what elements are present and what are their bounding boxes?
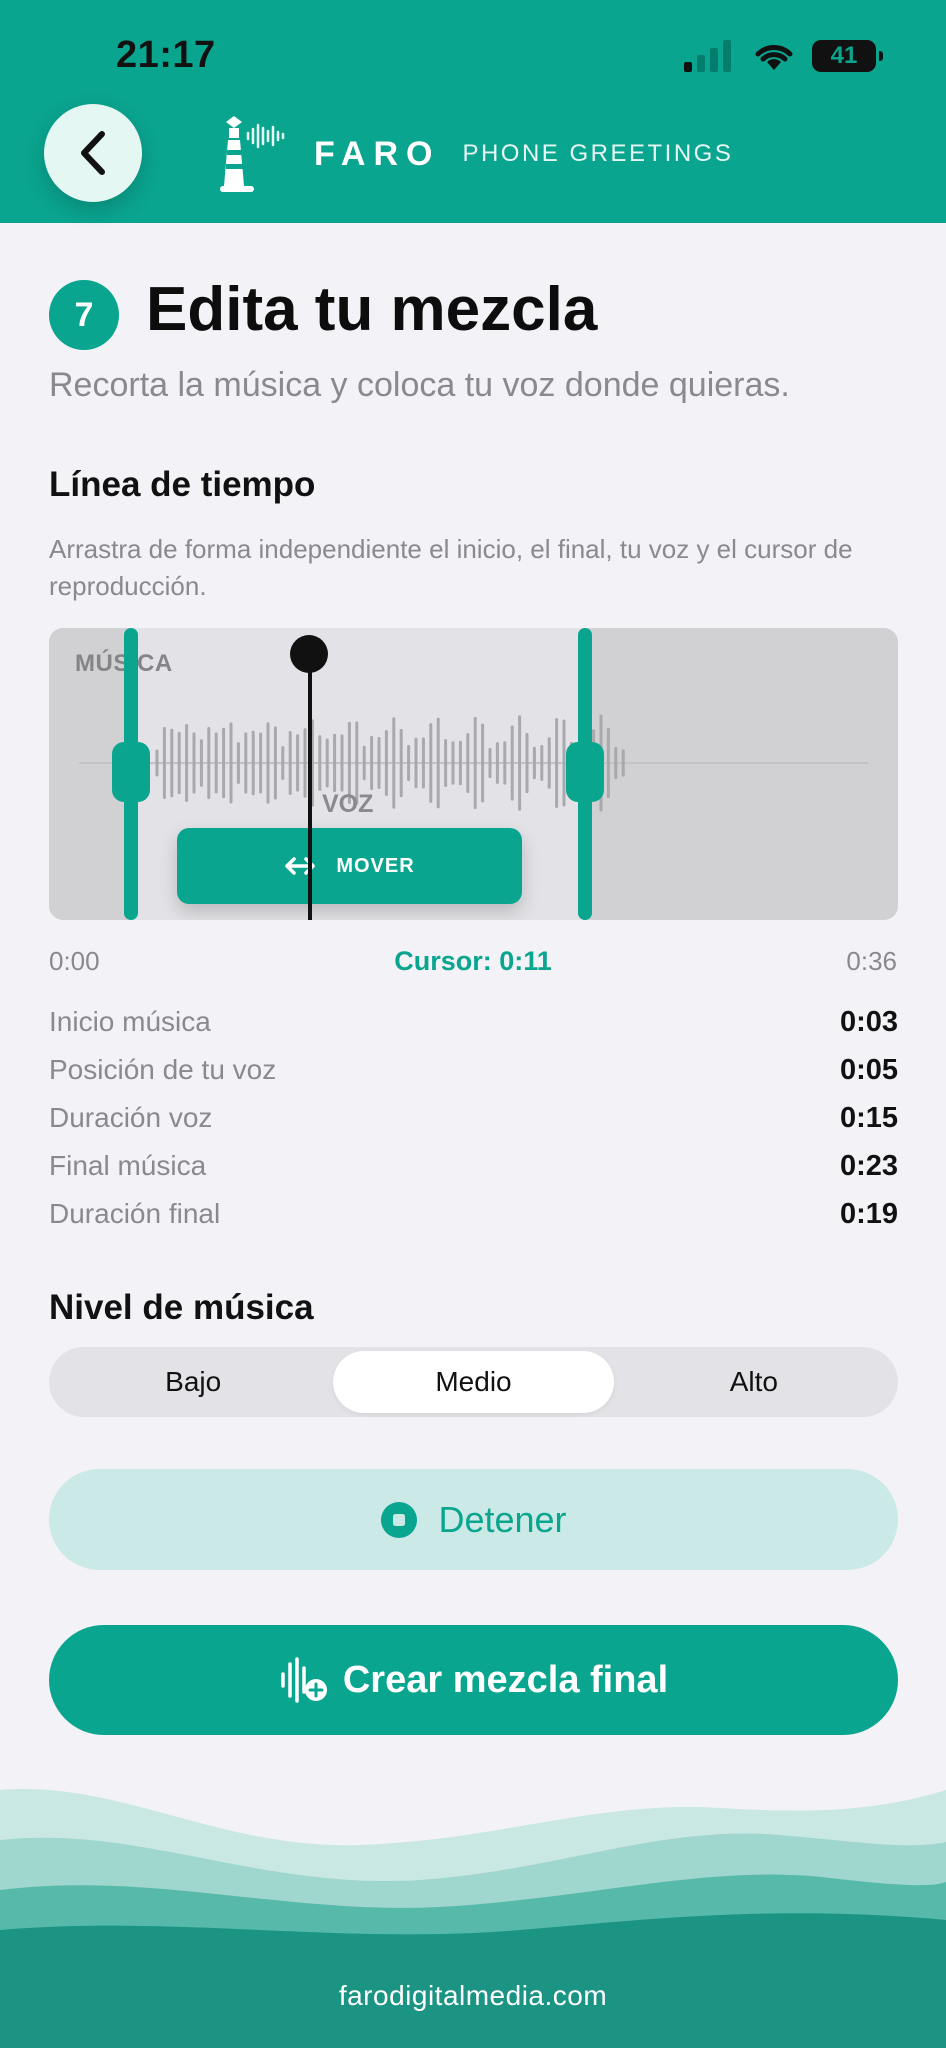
brand-logo: FARO PHONE GREETINGS xyxy=(220,112,733,196)
stop-button[interactable]: Detener xyxy=(49,1469,898,1570)
timeline-title: Línea de tiempo xyxy=(49,465,316,504)
stop-circle-icon xyxy=(381,1501,418,1538)
signal-icon xyxy=(684,40,731,72)
page-title: Edita tu mezcla xyxy=(146,275,598,344)
stat-row: Duración final 0:19 xyxy=(49,1194,898,1234)
battery-icon: 41 xyxy=(812,40,883,72)
stat-value: 0:23 xyxy=(839,1149,898,1182)
brand-tagline: PHONE GREETINGS xyxy=(462,140,734,167)
wifi-icon xyxy=(755,45,793,70)
battery-level: 41 xyxy=(830,42,858,69)
stat-label: Final música xyxy=(49,1150,207,1181)
stat-value: 0:19 xyxy=(839,1197,898,1230)
cursor-time: Cursor: 0:11 xyxy=(394,946,552,976)
stat-label: Posición de tu voz xyxy=(49,1054,277,1085)
back-button[interactable] xyxy=(44,104,142,202)
app-header: 21:17 41 FARO PHONE GREETINGS xyxy=(0,0,946,223)
create-final-mix-label: Crear mezcla final xyxy=(342,1658,669,1701)
stat-label: Inicio música xyxy=(49,1006,211,1037)
stat-value: 0:15 xyxy=(839,1101,898,1134)
playhead-knob[interactable] xyxy=(290,635,328,673)
stat-row: Inicio música 0:03 xyxy=(49,1002,898,1042)
music-level-alto[interactable]: Alto xyxy=(614,1351,894,1413)
playhead-line[interactable] xyxy=(308,636,312,920)
stat-value: 0:05 xyxy=(839,1053,898,1086)
stat-label: Duración final xyxy=(49,1198,221,1229)
create-final-mix-button[interactable]: Crear mezcla final xyxy=(49,1625,898,1735)
voice-move-button[interactable]: MOVER xyxy=(177,828,522,904)
timeline-end-time: 0:36 xyxy=(846,946,897,976)
stat-row: Final música 0:23 xyxy=(49,1146,898,1186)
music-level-medio[interactable]: Medio xyxy=(333,1351,614,1413)
stat-row: Duración voz 0:15 xyxy=(49,1098,898,1138)
footer-website-link[interactable]: farodigitalmedia.com xyxy=(0,1980,946,2012)
stop-label: Detener xyxy=(438,1498,567,1540)
move-label: MOVER xyxy=(336,854,415,877)
status-icons: 41 xyxy=(684,36,883,76)
music-level-bajo[interactable]: Bajo xyxy=(53,1351,333,1413)
music-level-selector: Bajo Medio Alto xyxy=(49,1347,898,1417)
stat-value: 0:03 xyxy=(839,1005,898,1038)
brand-name: FARO xyxy=(314,134,441,173)
timeline-help: Arrastra de forma independiente el inici… xyxy=(49,534,853,601)
status-time: 21:17 xyxy=(116,34,216,76)
waveform-plus-icon xyxy=(281,1657,327,1703)
timeline-editor[interactable]: MÚSICA VOZ MOVER xyxy=(49,628,898,920)
music-start-handle-knob[interactable] xyxy=(112,742,150,802)
chevron-left-icon xyxy=(81,131,105,175)
page-subtitle: Recorta la música y coloca tu voz donde … xyxy=(49,366,790,404)
stat-label: Duración voz xyxy=(49,1102,213,1133)
step-badge: 7 xyxy=(49,280,119,350)
stat-row: Posición de tu voz 0:05 xyxy=(49,1050,898,1090)
music-end-handle-knob[interactable] xyxy=(566,742,604,802)
lighthouse-icon xyxy=(220,116,285,192)
voice-track-label: VOZ xyxy=(322,790,374,818)
music-level-title: Nivel de música xyxy=(49,1288,314,1327)
